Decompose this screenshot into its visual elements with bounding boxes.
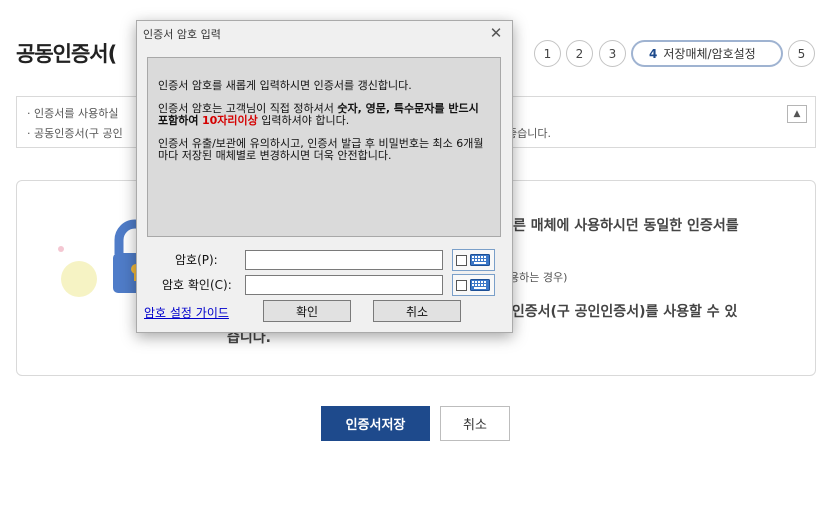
page-cancel-button[interactable]: 취소 [440, 406, 510, 441]
step-4-number: 4 [649, 46, 658, 61]
password-input[interactable] [245, 250, 443, 270]
keyboard-icon [470, 279, 490, 291]
dialog-message-3: 인증서 유출/보관에 유의하시고, 인증서 발급 후 비밀번호는 최소 6개월 … [158, 137, 484, 162]
password-label: 암호(P): [175, 253, 218, 267]
step-4-label: 저장매체/암호설정 [663, 47, 756, 61]
collapse-button[interactable]: ▲ [787, 105, 807, 123]
dialog-message-panel: 인증서 암호를 새롭게 입력하시면 인증서를 갱신합니다. 인증서 암호는 고객… [147, 57, 501, 237]
chevron-up-icon: ▲ [793, 109, 801, 119]
keyboard-checkbox[interactable] [456, 254, 467, 266]
notice-line-1: · 인증서를 사용하실 [27, 107, 119, 120]
save-certificate-button[interactable]: 인증서저장 [321, 406, 430, 441]
dialog-message-2: 인증서 암호는 고객님이 직접 정하셔서 숫자, 영문, 특수문자를 반드시 포… [158, 103, 492, 127]
step-1: 1 [534, 40, 561, 67]
step-3: 3 [599, 40, 626, 67]
password-dialog: 인증서 암호 입력 ✕ 인증서 암호를 새롭게 입력하시면 인증서를 갱신합니다… [136, 20, 513, 333]
dialog-cancel-button[interactable]: 취소 [373, 300, 461, 322]
info-text-1: 른 매체에 사용하시던 동일한 인증서를 [513, 218, 739, 234]
notice-line-2: · 공동인증서(구 공인 [27, 127, 123, 140]
info-text-2: 용하는 경우) [509, 271, 568, 284]
close-icon[interactable]: ✕ [488, 25, 504, 41]
step-2: 2 [566, 40, 593, 67]
password-guide-link[interactable]: 암호 설정 가이드 [144, 304, 229, 321]
dialog-title: 인증서 암호 입력 [143, 28, 221, 41]
dialog-message-1: 인증서 암호를 새롭게 입력하시면 인증서를 갱신합니다. [158, 79, 412, 92]
password-confirm-label: 암호 확인(C): [162, 278, 232, 292]
page-title: 공동인증서( [16, 42, 117, 66]
step-5: 5 [788, 40, 815, 67]
step-4-active: 4 저장매체/암호설정 [631, 40, 783, 67]
dialog-message-2d: 입력하셔야 합니다. [257, 114, 350, 127]
password-keyboard-toggle[interactable] [452, 249, 495, 271]
keyboard-checkbox[interactable] [456, 279, 467, 291]
notice-line-2-tail: 좋습니다. [507, 127, 551, 140]
dialog-message-2c: 10자리이상 [201, 114, 258, 127]
info-text-3: 동인증서(구 공인인증서)를 사용할 수 있 [499, 304, 738, 320]
password-confirm-input[interactable] [245, 275, 443, 295]
keyboard-icon [470, 254, 490, 266]
ok-button[interactable]: 확인 [263, 300, 351, 322]
password-confirm-keyboard-toggle[interactable] [452, 274, 495, 296]
